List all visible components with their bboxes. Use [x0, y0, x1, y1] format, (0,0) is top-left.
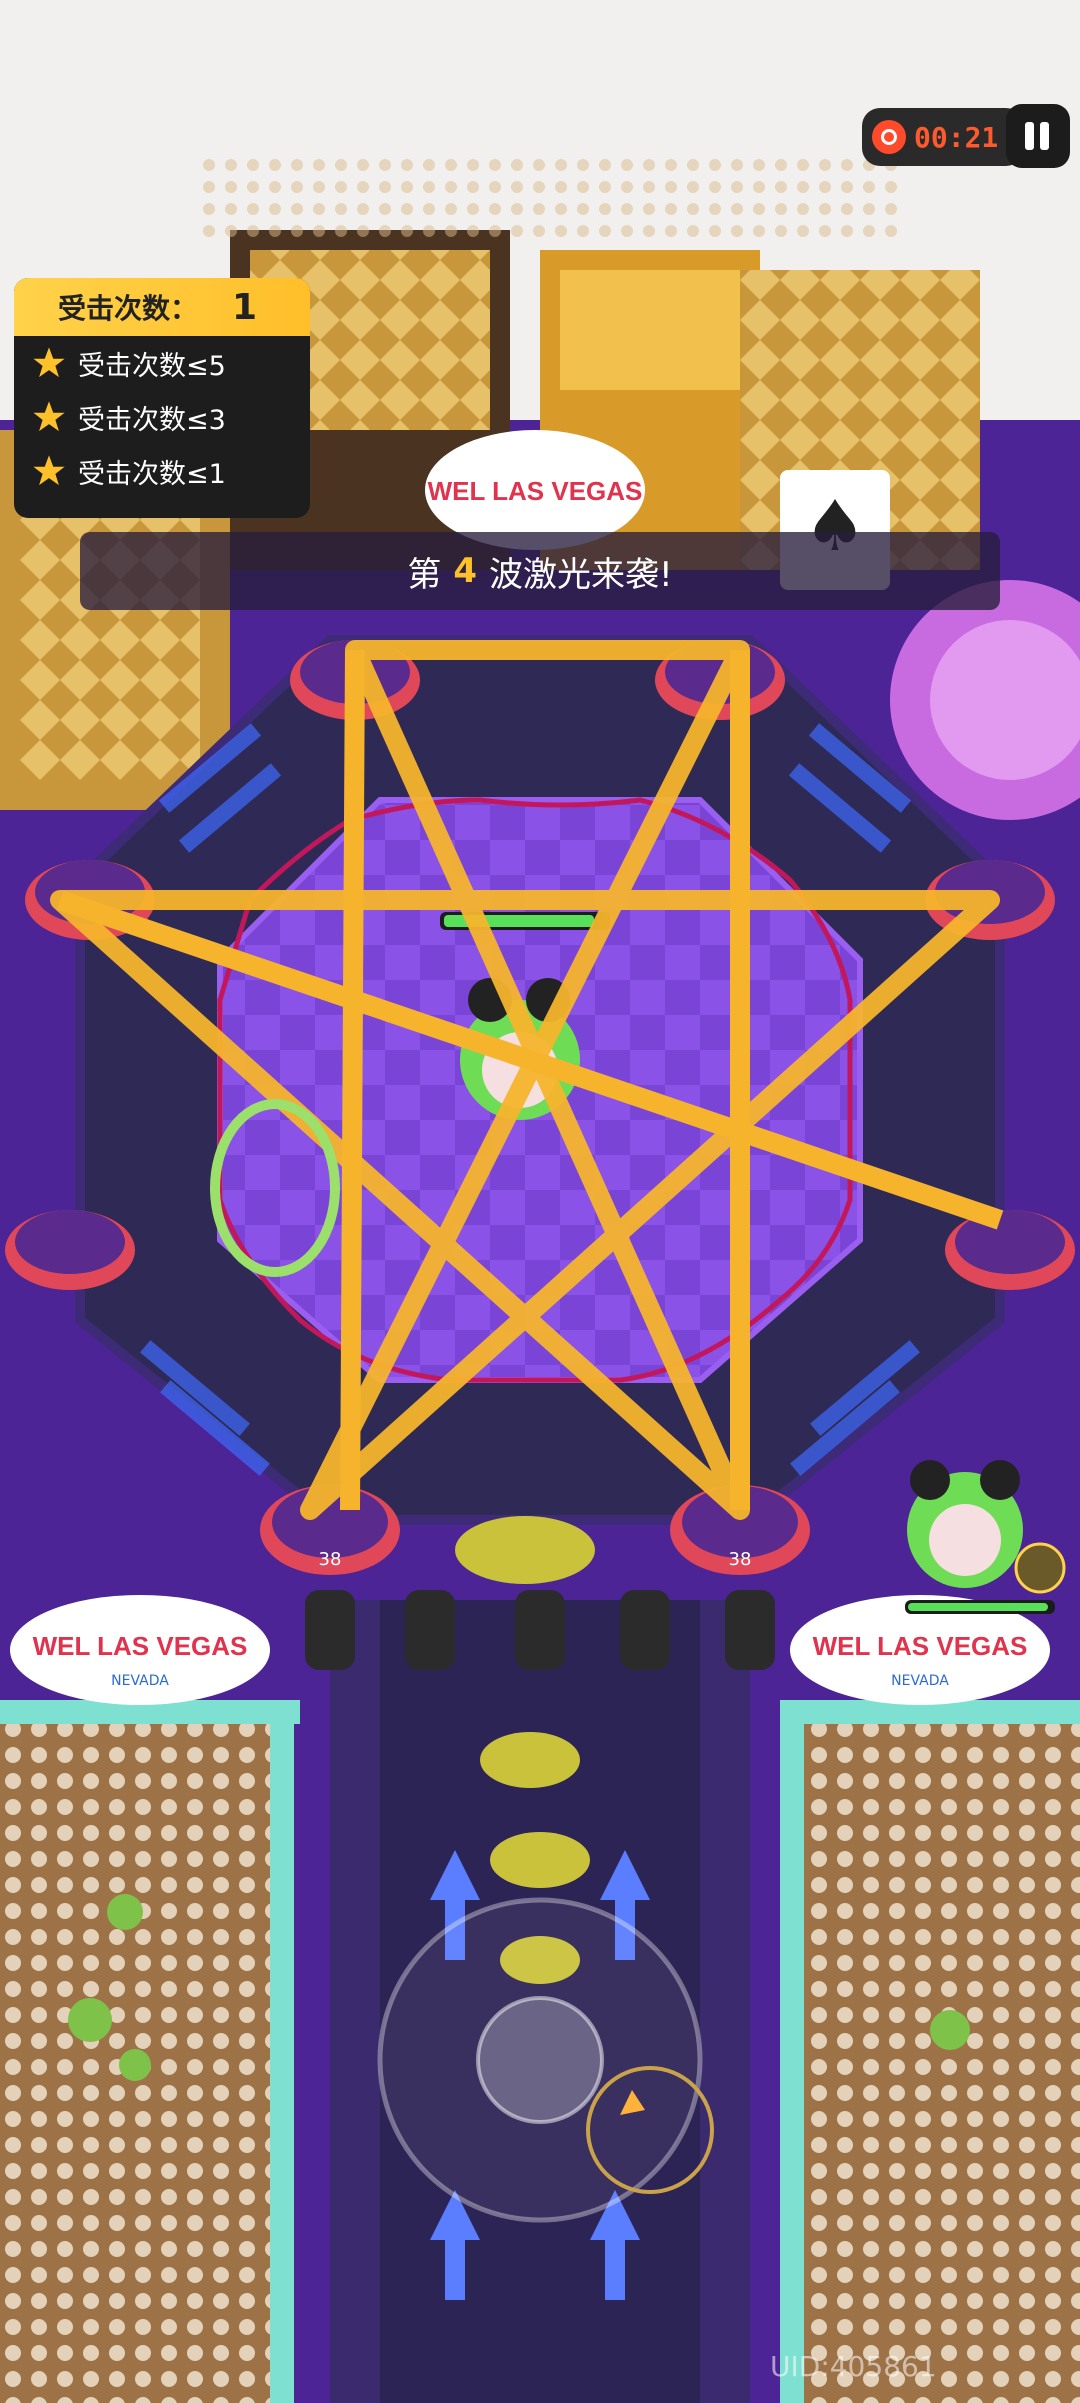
laser-beam	[340, 649, 365, 1511]
uid-label: UID:405861	[770, 2350, 937, 2383]
wave-banner: 第 4 波激光来袭!	[80, 532, 1000, 610]
wave-number: 4	[453, 551, 478, 591]
hit-count-label: 受击次数：	[58, 292, 199, 325]
pause-button[interactable]	[1006, 104, 1070, 168]
hit-count-panel: 受击次数： 1 受击次数≤5 受击次数≤3 受击次数≤1	[14, 278, 310, 518]
laser-pad	[5, 1210, 135, 1290]
pad-label: 38	[729, 1549, 752, 1570]
goal-item: 受击次数≤5	[14, 336, 310, 390]
halftone-top	[200, 150, 900, 240]
wave-suffix: 波激光来袭!	[489, 554, 673, 595]
left-yard	[0, 1700, 300, 2403]
vegas-sign-right-nevada: NEVADA	[891, 1673, 949, 1689]
goal-label: 受击次数≤5	[78, 350, 226, 382]
wave-prefix: 第	[407, 554, 442, 595]
goal-item: 受击次数≤3	[14, 390, 310, 444]
laser-pad	[945, 1210, 1075, 1290]
star-icon	[33, 455, 65, 486]
vegas-sign-top-text: WEL LAS VEGAS	[428, 476, 643, 506]
timer-text: 00:21	[914, 120, 999, 154]
vegas-sign-left: WEL LAS VEGAS NEVADA	[10, 1595, 270, 1705]
vegas-sign-left-nevada: NEVADA	[111, 1673, 169, 1689]
timer: 00:21	[862, 108, 1024, 166]
goal-label: 受击次数≤1	[78, 458, 226, 490]
star-icon	[33, 347, 65, 378]
virtual-joystick[interactable]	[377, 1897, 703, 2223]
pad-label: 38	[319, 1549, 342, 1570]
right-yard	[780, 1700, 1080, 2403]
goal-item: 受击次数≤1	[14, 444, 310, 498]
vegas-sign-left-text: WEL LAS VEGAS	[33, 1631, 248, 1661]
hit-count-value: 1	[232, 286, 258, 328]
star-icon	[33, 401, 65, 432]
goal-label: 受击次数≤3	[78, 404, 226, 436]
hit-count-header: 受击次数： 1	[14, 278, 310, 336]
clock-icon	[872, 120, 906, 154]
vegas-sign-right-text: WEL LAS VEGAS	[813, 1631, 1028, 1661]
